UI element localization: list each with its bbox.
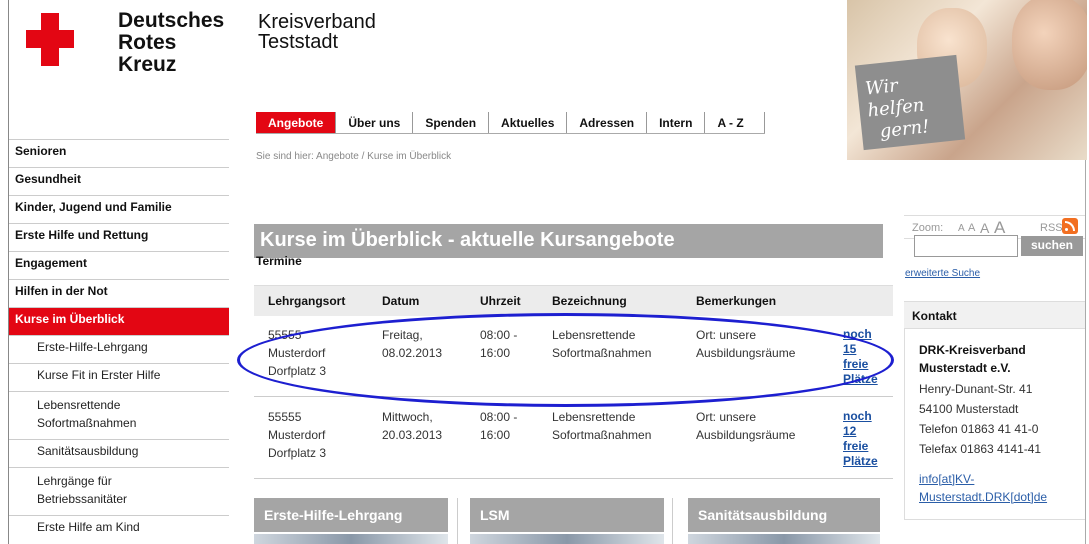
col-header-lehrgangsort: Lehrgangsort: [268, 294, 346, 308]
cell-text: Sofortmaßnahmen: [552, 428, 652, 442]
woman-face-image: [1012, 0, 1087, 90]
nav-tab-ueber-uns[interactable]: Über uns: [336, 112, 414, 133]
card-image: [254, 534, 448, 544]
main-navigation: Angebote Über uns Spenden Aktuelles Adre…: [256, 112, 766, 134]
card-image: [470, 534, 664, 544]
card-divider: [672, 498, 673, 544]
kontakt-heading: Kontakt: [904, 301, 1085, 329]
nav-tab-spenden[interactable]: Spenden: [413, 112, 490, 133]
kontakt-box-border-bottom: [904, 519, 1085, 520]
sidebar-item-kurse-im-ueberblick[interactable]: Kurse im Überblick: [9, 307, 229, 335]
sidebar-item-engagement[interactable]: Engagement: [9, 251, 229, 279]
kontakt-city: 54100 Musterstadt: [919, 402, 1019, 416]
card-sanitaetsausbildung[interactable]: Sanitätsausbildung: [688, 498, 880, 544]
table-row-2-bezeichnung: Lebensrettende Sofortmaßnahmen: [552, 408, 651, 444]
table-bottom-divider: [254, 478, 893, 479]
sidebar-item-kinder-jugend-familie[interactable]: Kinder, Jugend und Familie: [9, 195, 229, 223]
advanced-search-link[interactable]: erweiterte Suche: [905, 268, 980, 279]
card-lsm[interactable]: LSM: [470, 498, 664, 544]
nav-tab-intern[interactable]: Intern: [647, 112, 706, 133]
cell-text: Dorfplatz 3: [268, 446, 327, 460]
sidebar-item-senioren[interactable]: Senioren: [9, 139, 229, 167]
section-title-termine: Termine: [256, 254, 302, 268]
page-title: Kurse im Überblick - aktuelle Kursangebo…: [254, 224, 883, 258]
table-row-2-bemerkungen: Ort: unsere Ausbildungsräume: [696, 408, 795, 444]
sidebar-item-hilfen-in-der-not[interactable]: Hilfen in der Not: [9, 279, 229, 307]
table-row-2-ort: 55555 Musterdorf Dorfplatz 3: [268, 408, 326, 462]
link-text: freie: [843, 439, 869, 453]
sidebar-subitem-sanitaetsausbildung[interactable]: Sanitätsausbildung: [9, 439, 229, 467]
sidebar-subitem-betriebssanitaeter-line-1: Lehrgänge für: [37, 474, 112, 488]
link-text: Plätze: [843, 454, 878, 468]
kontakt-phone: Telefon 01863 41 41-0: [919, 422, 1039, 436]
sidebar-subitem-kurse-fit[interactable]: Kurse Fit in Erster Hilfe: [9, 363, 229, 391]
sidebar-subitem-betriebssanitaeter[interactable]: Lehrgänge für Betriebssanitäter: [9, 467, 229, 515]
sidebar-subitem-lebensrettende-line-1: Lebensrettende: [37, 398, 121, 412]
org-name: Kreisverband Teststadt: [258, 12, 376, 52]
card-erste-hilfe-lehrgang[interactable]: Erste-Hilfe-Lehrgang: [254, 498, 448, 544]
annotation-highlight-ellipse: [237, 313, 894, 407]
cell-text: Mittwoch,: [382, 410, 433, 424]
kontakt-email-line-1[interactable]: info[at]KV-: [919, 470, 974, 488]
sidebar-subitem-erste-hilfe-am-kind[interactable]: Erste Hilfe am Kind: [9, 515, 229, 543]
card-title: LSM: [470, 498, 664, 532]
sidebar-subitem-erste-hilfe-lehrgang[interactable]: Erste-Hilfe-Lehrgang: [9, 335, 229, 363]
cell-text: 55555: [268, 410, 302, 424]
cell-text: 20.03.2013: [382, 428, 443, 442]
kontakt-box-border: [904, 329, 905, 519]
zoom-smallest-button[interactable]: A: [958, 223, 965, 234]
slogan-tag: Wir helfen gern!: [854, 54, 966, 151]
sidebar: Senioren Gesundheit Kinder, Jugend und F…: [9, 139, 229, 543]
org-name-line-2: Teststadt: [258, 31, 339, 53]
breadcrumb: Sie sind hier: Angebote / Kurse im Überb…: [256, 151, 452, 162]
sidebar-subitem-betriebssanitaeter-line-2: Betriebssanitäter: [37, 492, 128, 506]
cell-text: Musterdorf: [268, 428, 326, 442]
card-image: [688, 534, 880, 544]
sidebar-subitem-lebensrettende[interactable]: Lebensrettende Sofortmaßnahmen: [9, 391, 229, 439]
kontakt-name-line-2: Musterstadt e.V.: [919, 361, 1011, 375]
sidebar-item-gesundheit[interactable]: Gesundheit: [9, 167, 229, 195]
kontakt-street: Henry-Dunant-Str. 41: [919, 382, 1033, 396]
col-header-bemerkungen: Bemerkungen: [696, 294, 777, 308]
kontakt-email-line-2[interactable]: Musterstadt.DRK[dot]de: [919, 488, 1047, 506]
kontakt-fax: Telefax 01863 4141-41: [919, 442, 1042, 456]
nav-tab-angebote[interactable]: Angebote: [256, 112, 337, 133]
card-title: Erste-Hilfe-Lehrgang: [254, 498, 448, 532]
kontakt-name-line-1: DRK-Kreisverband: [919, 343, 1026, 357]
table-row-2-free-seats-link[interactable]: noch 12 freie Plätze: [843, 409, 878, 469]
search-input[interactable]: [914, 235, 1018, 257]
cell-text: Lebensrettende: [552, 410, 636, 424]
link-text: noch: [843, 409, 872, 423]
col-header-bezeichnung: Bezeichnung: [552, 294, 627, 308]
header-photo: Wir helfen gern!: [847, 0, 1087, 160]
cell-text: 08:00 -: [480, 410, 518, 424]
zoom-medium-button[interactable]: A: [980, 220, 989, 236]
zoom-small-button[interactable]: A: [968, 222, 975, 234]
sidebar-subitem-lebensrettende-line-2: Sofortmaßnahmen: [37, 416, 137, 430]
logo-line-1: Deutsches: [118, 9, 225, 32]
logo-line-3: Kreuz: [118, 53, 177, 76]
nav-tab-a-z[interactable]: A - Z: [705, 112, 766, 133]
search-button[interactable]: suchen: [1021, 236, 1083, 256]
col-header-uhrzeit: Uhrzeit: [480, 294, 521, 308]
red-cross-icon-bar: [26, 30, 74, 48]
drk-logo[interactable]: Deutsches Rotes Kreuz: [14, 0, 244, 110]
cell-text: Ausbildungsräume: [696, 428, 796, 442]
col-header-datum: Datum: [382, 294, 420, 308]
sidebar-item-erste-hilfe-rettung[interactable]: Erste Hilfe und Rettung: [9, 223, 229, 251]
nav-tab-adressen[interactable]: Adressen: [567, 112, 648, 133]
cell-text: Ort: unsere: [696, 410, 757, 424]
table-row-2-uhrzeit: 08:00 - 16:00: [480, 408, 517, 444]
cell-text: 16:00: [480, 428, 511, 442]
link-text: 12: [843, 424, 857, 438]
table-row-2-datum: Mittwoch, 20.03.2013: [382, 408, 442, 444]
card-divider: [457, 498, 458, 544]
card-title: Sanitätsausbildung: [688, 498, 880, 532]
nav-tab-aktuelles[interactable]: Aktuelles: [489, 112, 568, 133]
org-name-line-1: Kreisverband: [258, 11, 376, 33]
rss-icon[interactable]: [1062, 218, 1078, 234]
zoom-label: Zoom:: [912, 222, 944, 234]
logo-line-2: Rotes: [118, 31, 177, 54]
